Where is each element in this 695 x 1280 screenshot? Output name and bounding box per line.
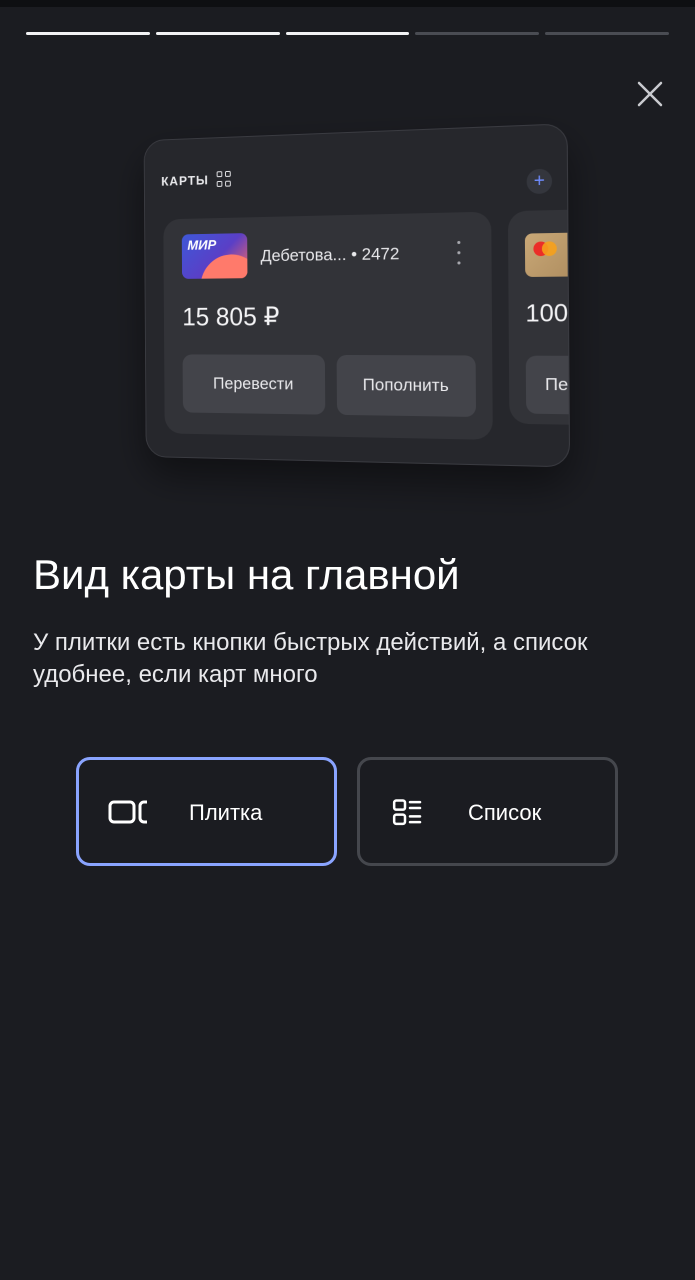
- transfer-button: Пе: [525, 355, 571, 416]
- transfer-button: Перевести: [182, 354, 326, 415]
- status-bar: [0, 0, 695, 7]
- card-tile: МИР Дебетова... • 2472 15 805 ₽ Перевест…: [163, 211, 493, 440]
- close-button[interactable]: [630, 78, 670, 112]
- tile-view-option[interactable]: Плитка: [76, 757, 337, 866]
- page-title: Вид карты на главной: [33, 551, 460, 598]
- widget-title: КАРТЫ: [161, 172, 209, 189]
- tile-view-label: Плитка: [189, 800, 263, 825]
- mir-logo: МИР: [181, 233, 248, 279]
- progress-segment: [545, 32, 669, 35]
- progress-segment: [26, 32, 150, 35]
- more-icon: [452, 237, 465, 268]
- card-name: Дебетова... • 2472: [260, 244, 400, 266]
- story-progress: [26, 32, 669, 36]
- top-up-button: Пополнить: [336, 354, 477, 417]
- plus-icon: +: [526, 168, 553, 195]
- mastercard-logo: [524, 232, 571, 278]
- tile-view-icon: [108, 800, 147, 824]
- card-view-preview: КАРТЫ + МИР Дебетова... • 2472 15 805 ₽ …: [0, 110, 695, 490]
- list-view-icon: [392, 799, 422, 826]
- progress-segment: [155, 32, 280, 35]
- mir-logo-text: МИР: [187, 236, 217, 253]
- cards-widget-preview: КАРТЫ + МИР Дебетова... • 2472 15 805 ₽ …: [143, 123, 571, 468]
- progress-segment: [285, 32, 410, 35]
- list-view-label: Список: [468, 800, 542, 825]
- progress-segment: [415, 32, 540, 35]
- page-description: У плитки есть кнопки быстрых действий, а…: [33, 629, 588, 688]
- list-view-option[interactable]: Список: [357, 757, 618, 866]
- grid-icon: [216, 170, 231, 187]
- card-tile: 100 Пе: [507, 208, 571, 426]
- close-icon: [637, 81, 663, 107]
- widget-header: КАРТЫ: [161, 170, 231, 189]
- card-balance: 15 805 ₽: [182, 301, 280, 332]
- card-balance: 100: [525, 299, 569, 328]
